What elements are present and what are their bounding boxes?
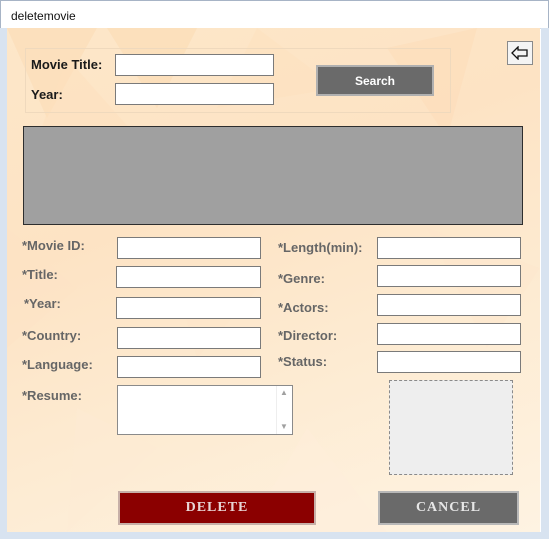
country-label: *Country: [22,328,82,343]
year-label: Year: [31,87,63,102]
year-field[interactable] [116,297,261,319]
resume-label: *Resume: [22,388,82,403]
actors-label: *Actors: [278,300,329,315]
window-frame-right [541,28,549,539]
movie-title-input[interactable] [115,54,274,76]
poster-picture-box[interactable] [389,380,513,475]
window-frame-left [0,28,7,539]
length-label: *Length(min): [278,240,363,255]
year-search-input[interactable] [115,83,274,105]
arrow-left-icon [511,46,528,60]
movie-id-label: *Movie ID: [22,238,85,253]
status-field[interactable] [377,351,521,373]
status-label: *Status: [278,354,328,369]
actors-field[interactable] [377,294,521,316]
movie-id-field[interactable] [117,237,261,259]
genre-label: *Genre: [278,271,325,286]
length-field[interactable] [377,237,521,259]
director-label: *Director: [278,328,338,343]
title-label: *Title: [22,267,58,282]
window-title: deletemovie [11,9,76,23]
results-grid[interactable] [23,126,523,225]
back-button[interactable] [507,41,533,65]
form-client-area: Movie Title: Year: Search *Movie ID: *Ti… [7,28,540,532]
cancel-button[interactable]: CANCEL [378,491,519,525]
genre-field[interactable] [377,265,521,287]
title-field[interactable] [116,266,261,288]
language-label: *Language: [22,357,93,372]
director-field[interactable] [377,323,521,345]
title-bar: deletemovie [1,1,548,29]
year-field-label: *Year: [24,296,61,311]
language-field[interactable] [117,356,261,378]
country-field[interactable] [117,327,261,349]
scroll-down-icon[interactable]: ▼ [280,422,288,431]
resume-textarea[interactable]: ▲ ▼ [117,385,293,435]
search-button[interactable]: Search [316,65,434,96]
resume-scrollbar[interactable]: ▲ ▼ [276,386,292,434]
delete-button[interactable]: DELETE [118,491,316,525]
window-frame-bottom [0,532,549,539]
movie-title-label: Movie Title: [31,57,103,72]
scroll-up-icon[interactable]: ▲ [280,388,288,397]
